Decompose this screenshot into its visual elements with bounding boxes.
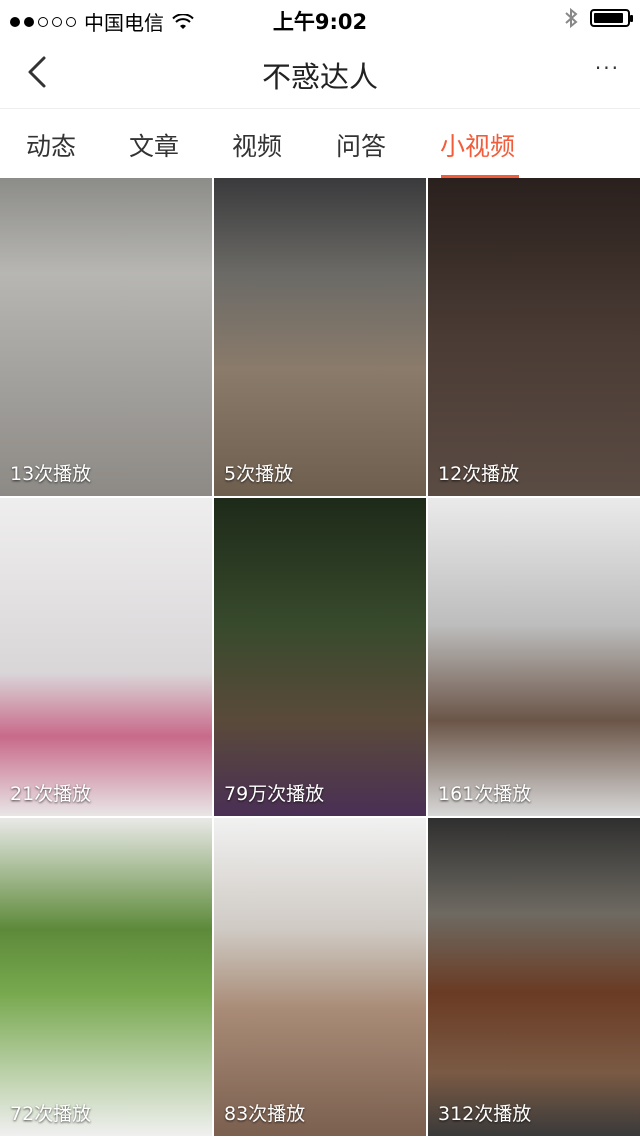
video-grid: 13次播放 5次播放 12次播放 21次播放 79万次播放 161次播放 72次…: [0, 178, 640, 1138]
play-count: 5次播放: [224, 463, 294, 485]
page-title: 不惑达人: [261, 60, 378, 94]
video-card[interactable]: 83次播放: [214, 818, 426, 1136]
video-thumbnail: [428, 498, 640, 816]
play-count: 161次播放: [438, 783, 532, 805]
play-count: 21次播放: [10, 783, 92, 805]
tab-videos[interactable]: 视频: [232, 127, 282, 163]
video-thumbnail: [428, 178, 640, 496]
video-card[interactable]: 21次播放: [0, 498, 212, 816]
play-count: 312次播放: [438, 1103, 532, 1125]
more-button[interactable]: ···: [560, 56, 620, 86]
bluetooth-icon: [565, 7, 578, 29]
video-card[interactable]: 312次播放: [428, 818, 640, 1136]
status-right: [564, 7, 633, 29]
video-thumbnail: [214, 818, 426, 1136]
video-thumbnail: [0, 178, 212, 496]
tab-bar: 动态 文章 视频 问答 小视频: [0, 108, 640, 178]
tab-dynamic[interactable]: 动态: [26, 127, 76, 163]
video-thumbnail: [214, 178, 426, 496]
video-card[interactable]: 161次播放: [428, 498, 640, 816]
video-card[interactable]: 12次播放: [428, 178, 640, 496]
battery-icon: [590, 9, 633, 27]
tab-qa[interactable]: 问答: [336, 127, 386, 163]
tab-short-videos[interactable]: 小视频: [440, 127, 515, 163]
tab-articles[interactable]: 文章: [129, 127, 179, 163]
video-thumbnail: [428, 818, 640, 1136]
video-thumbnail: [0, 498, 212, 816]
video-card[interactable]: 79万次播放: [214, 498, 426, 816]
status-bar: 中国电信 上午9:02: [0, 0, 640, 38]
play-count: 79万次播放: [224, 783, 325, 805]
play-count: 12次播放: [438, 463, 520, 485]
video-card[interactable]: 13次播放: [0, 178, 212, 496]
video-card[interactable]: 72次播放: [0, 818, 212, 1136]
video-card[interactable]: 5次播放: [214, 178, 426, 496]
play-count: 83次播放: [224, 1103, 306, 1125]
video-thumbnail: [214, 498, 426, 816]
play-count: 13次播放: [10, 463, 92, 485]
play-count: 72次播放: [10, 1103, 92, 1125]
status-time: 上午9:02: [272, 10, 368, 34]
video-thumbnail: [0, 818, 212, 1136]
battery-level: [594, 13, 623, 23]
navigation-bar: 不惑达人 ···: [0, 38, 640, 108]
